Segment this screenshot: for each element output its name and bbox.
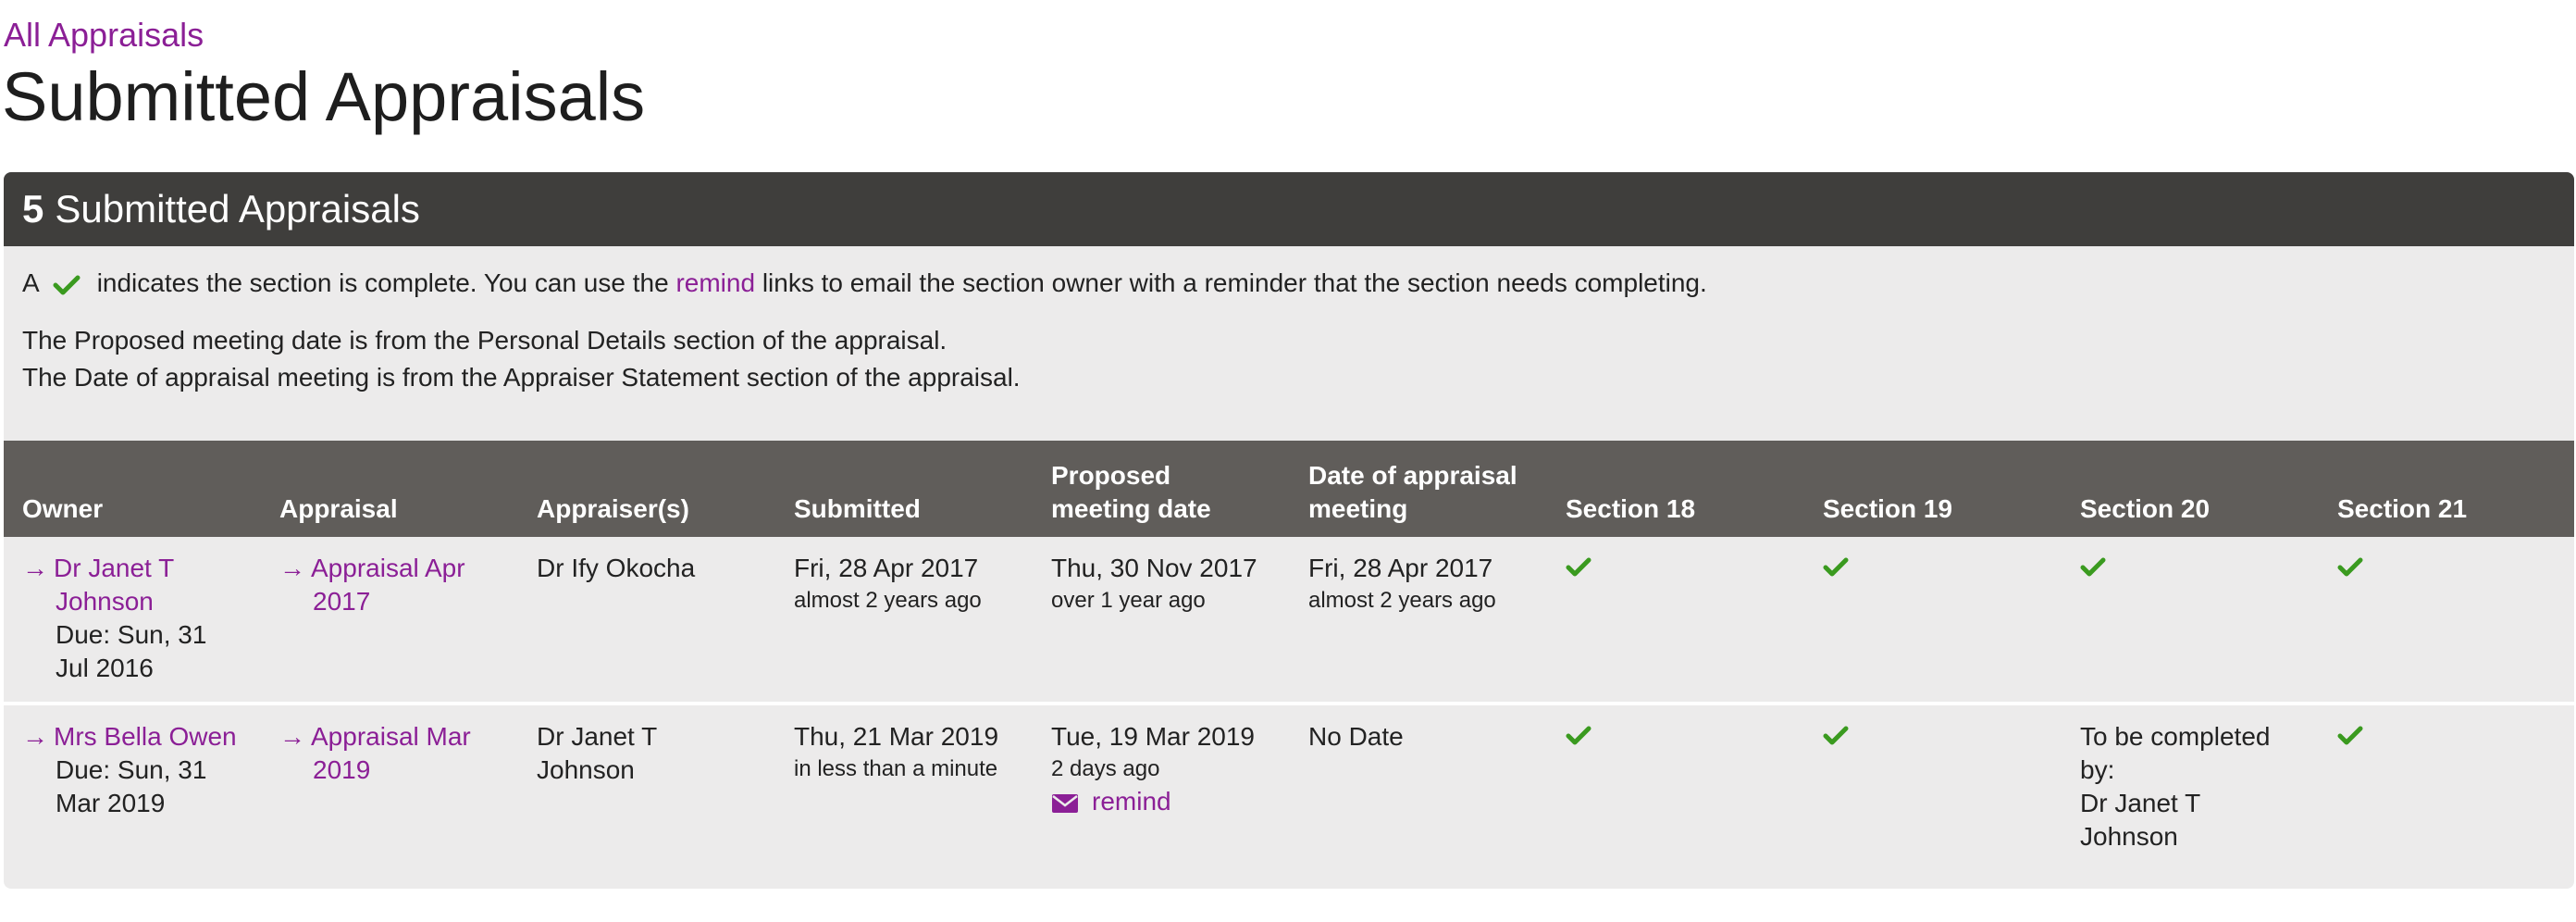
remind-link[interactable]: remind: [1051, 785, 1271, 818]
check-icon: [1823, 557, 2043, 578]
submitted-date: Thu, 21 Mar 2019: [794, 722, 999, 751]
section-21-cell: [2319, 537, 2574, 705]
section-18-cell: [1547, 537, 1804, 705]
appraisal-link[interactable]: → Appraisal Mar 2019: [279, 720, 500, 787]
meeting-relative: almost 2 years ago: [1308, 588, 1496, 613]
header-date-of-appraisal-meeting[interactable]: Date of appraisal meeting: [1290, 441, 1547, 537]
proposed-relative: over 1 year ago: [1051, 588, 1206, 613]
envelope-icon: [1051, 787, 1092, 816]
section-pending-label: To be completed by:: [2080, 722, 2271, 784]
appraisers-cell: Dr Janet T Johnson: [537, 722, 657, 784]
header-section-19[interactable]: Section 19: [1804, 441, 2062, 537]
appraisals-table: Owner Appraisal Appraiser(s) Submitted P…: [4, 441, 2574, 879]
panel-title: Submitted Appraisals: [55, 187, 420, 230]
appraisal-cell: → Appraisal Mar 2019: [261, 704, 518, 879]
submitted-relative: almost 2 years ago: [794, 588, 982, 613]
table-row: → Dr Janet T Johnson Due: Sun, 31 Jul 201…: [4, 537, 2574, 705]
header-proposed-meeting-date[interactable]: Proposed meeting date: [1033, 441, 1290, 537]
section-18-cell: [1547, 704, 1804, 879]
appraisers-cell: Dr Ify Okocha: [518, 537, 775, 705]
owner-link[interactable]: → Dr Janet T Johnson: [22, 552, 242, 618]
header-appraisers[interactable]: Appraiser(s): [518, 441, 775, 537]
arrow-right-icon: →: [279, 554, 305, 582]
info-meeting-date-note: The Date of appraisal meeting is from th…: [22, 363, 1021, 392]
arrow-right-icon: →: [279, 722, 305, 751]
submitted-date: Fri, 28 Apr 2017: [794, 554, 979, 582]
section-19-cell: [1804, 704, 2062, 879]
arrow-right-icon: →: [22, 722, 48, 751]
meeting-date: No Date: [1308, 722, 1404, 751]
submitted-relative: in less than a minute: [794, 756, 998, 781]
remind-word-link[interactable]: remind: [675, 268, 755, 297]
section-pending-owner: Dr Janet T Johnson: [2080, 789, 2200, 851]
header-section-20[interactable]: Section 20: [2062, 441, 2319, 537]
check-icon: [1823, 726, 2043, 746]
appraisal-cell: → Appraisal Apr 2017: [261, 537, 518, 705]
info-legend: Aindicates the section is complete. You …: [22, 265, 1707, 302]
check-icon: [2080, 557, 2300, 578]
breadcrumb-all-appraisals[interactable]: All Appraisals: [4, 13, 204, 57]
info-prefix: A: [22, 268, 40, 297]
header-section-18[interactable]: Section 18: [1547, 441, 1804, 537]
proposed-date: Tue, 19 Mar 2019: [1051, 722, 1255, 751]
info-middle: indicates the section is complete. You c…: [96, 268, 669, 297]
proposed-cell: Thu, 30 Nov 2017 over 1 year ago: [1033, 537, 1290, 705]
section-19-cell: [1804, 537, 2062, 705]
meeting-date: Fri, 28 Apr 2017: [1308, 554, 1493, 582]
section-20-cell: To be completed by: Dr Janet T Johnson: [2062, 704, 2319, 879]
submitted-count: 5: [22, 187, 44, 230]
owner-cell: → Mrs Bella Owen Due: Sun, 31 Mar 2019: [4, 704, 261, 879]
proposed-date: Thu, 30 Nov 2017: [1051, 554, 1257, 582]
proposed-relative: 2 days ago: [1051, 756, 1160, 781]
owner-cell: → Dr Janet T Johnson Due: Sun, 31 Jul 201…: [4, 537, 261, 705]
submitted-cell: Thu, 21 Mar 2019 in less than a minute: [775, 704, 1033, 879]
table-header-row: Owner Appraisal Appraiser(s) Submitted P…: [4, 441, 2574, 537]
due-date: Due: Sun, 31 Jul 2016: [56, 620, 207, 682]
appraisal-link[interactable]: → Appraisal Apr 2017: [279, 552, 500, 618]
section-21-cell: [2319, 704, 2574, 879]
check-icon: [53, 275, 80, 295]
meeting-cell: No Date: [1290, 704, 1547, 879]
check-icon: [2337, 726, 2556, 746]
owner-link[interactable]: → Mrs Bella Owen: [22, 720, 242, 754]
info-proposed-date-note: The Proposed meeting date is from the Pe…: [22, 326, 947, 355]
check-icon: [1566, 726, 1786, 746]
header-section-21[interactable]: Section 21: [2319, 441, 2574, 537]
check-icon: [2337, 557, 2556, 578]
info-suffix: links to email the section owner with a …: [762, 268, 1707, 297]
table-row: → Mrs Bella Owen Due: Sun, 31 Mar 2019 → A…: [4, 704, 2574, 879]
section-20-cell: [2062, 537, 2319, 705]
header-submitted[interactable]: Submitted: [775, 441, 1033, 537]
proposed-cell: Tue, 19 Mar 2019 2 days ago remind: [1033, 704, 1290, 879]
meeting-cell: Fri, 28 Apr 2017 almost 2 years ago: [1290, 537, 1547, 705]
panel-header: 5 Submitted Appraisals: [4, 172, 2574, 246]
header-appraisal[interactable]: Appraisal: [261, 441, 518, 537]
submitted-cell: Fri, 28 Apr 2017 almost 2 years ago: [775, 537, 1033, 705]
arrow-right-icon: →: [22, 554, 48, 582]
header-owner[interactable]: Owner: [4, 441, 261, 537]
page-title: Submitted Appraisals: [2, 58, 646, 135]
due-date: Due: Sun, 31 Mar 2019: [56, 755, 207, 817]
check-icon: [1566, 557, 1786, 578]
submitted-appraisals-panel: 5 Submitted Appraisals Aindicates the sec…: [4, 172, 2574, 889]
